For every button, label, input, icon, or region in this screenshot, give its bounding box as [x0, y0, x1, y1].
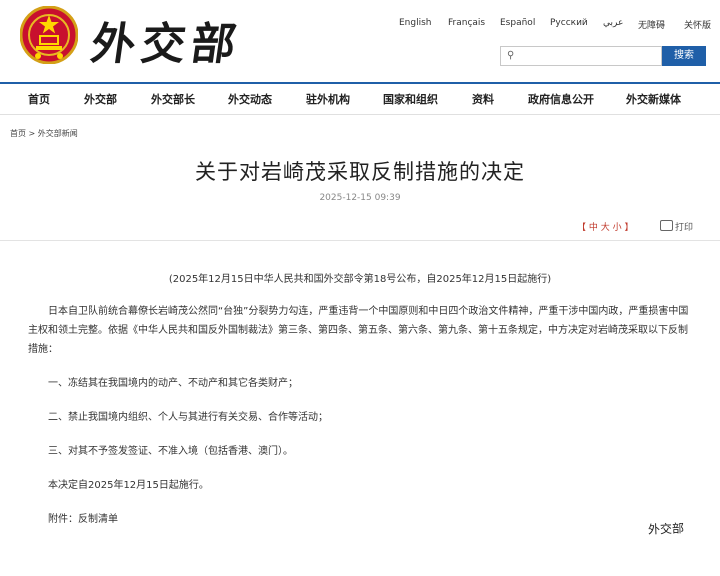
measure-item: 二、禁止我国境内组织、个人与其进行有关交易、合作等活动；	[48, 412, 328, 423]
article-tools: 【 中 大 小 】 打印	[0, 220, 720, 238]
nav-countries-organizations[interactable]: 国家和组织	[383, 91, 438, 107]
main-nav: 首页 外交部 外交部长 外交动态 驻外机构 国家和组织 资料 政府信息公开 外交…	[0, 84, 720, 115]
language-bar: English Français Español Русский عربي 无障…	[0, 18, 720, 34]
nav-minister[interactable]: 外交部长	[151, 91, 195, 107]
search-box: ⚲	[500, 46, 662, 66]
lang-arabic[interactable]: عربي	[603, 18, 623, 28]
measure-item: 一、冻结其在我国境内的动产、不动产和其它各类财产；	[48, 378, 298, 389]
lang-english[interactable]: English	[399, 18, 432, 28]
lang-care-version[interactable]: 关怀版	[684, 18, 711, 31]
lang-spanish[interactable]: Español	[500, 18, 535, 28]
nav-ministry[interactable]: 外交部	[84, 91, 117, 107]
site-header: 外交部 English Français Español Русский عرب…	[0, 0, 720, 82]
article-title: 关于对岩崎茂采取反制措施的决定	[195, 160, 525, 184]
effective-date-text: 本决定自2025年12月15日起施行。	[48, 480, 209, 491]
print-label: 打印	[675, 223, 694, 233]
lang-french[interactable]: Français	[448, 18, 485, 28]
national-emblem-logo[interactable]	[20, 6, 78, 64]
article-body: (2025年12月15日中华人民共和国外交部令第18号公布，自2025年12月1…	[28, 270, 692, 529]
lang-russian[interactable]: Русский	[550, 18, 588, 28]
breadcrumb-section[interactable]: 外交部新闻	[38, 129, 78, 138]
search-bar: ⚲ 搜索	[500, 46, 706, 66]
watermark: 外交部	[647, 521, 685, 537]
article-subtitle: (2025年12月15日中华人民共和国外交部令第18号公布，自2025年12月1…	[168, 274, 552, 285]
search-input[interactable]	[519, 48, 661, 64]
print-icon	[660, 220, 673, 231]
nav-resources[interactable]: 资料	[472, 91, 494, 107]
lang-accessibility[interactable]: 无障碍	[638, 18, 665, 31]
article-intro: 日本自卫队前统合幕僚长岩崎茂公然同“台独”分裂势力勾连，严重违背一个中国原则和中…	[28, 306, 689, 355]
search-icon: ⚲	[507, 50, 515, 61]
nav-home[interactable]: 首页	[28, 91, 50, 107]
breadcrumb: 首页 > 外交部新闻	[10, 128, 78, 139]
article-date: 2025-12-15 09:39	[319, 193, 401, 203]
attachment-link[interactable]: 附件：反制清单	[28, 511, 692, 529]
content-divider	[0, 240, 720, 241]
font-size-controls[interactable]: 【 中 大 小 】	[577, 220, 633, 233]
breadcrumb-separator: >	[28, 129, 36, 138]
nav-missions-abroad[interactable]: 驻外机构	[306, 91, 350, 107]
print-button[interactable]: 打印	[660, 220, 693, 233]
nav-new-media[interactable]: 外交新媒体	[626, 91, 681, 107]
measure-item: 三、对其不予签发签证、不准入境（包括香港、澳门）。	[48, 446, 293, 457]
nav-diplomatic-news[interactable]: 外交动态	[228, 91, 272, 107]
breadcrumb-home[interactable]: 首页	[10, 129, 26, 138]
search-button[interactable]: 搜索	[662, 46, 706, 66]
nav-gov-info-disclosure[interactable]: 政府信息公开	[528, 91, 594, 107]
